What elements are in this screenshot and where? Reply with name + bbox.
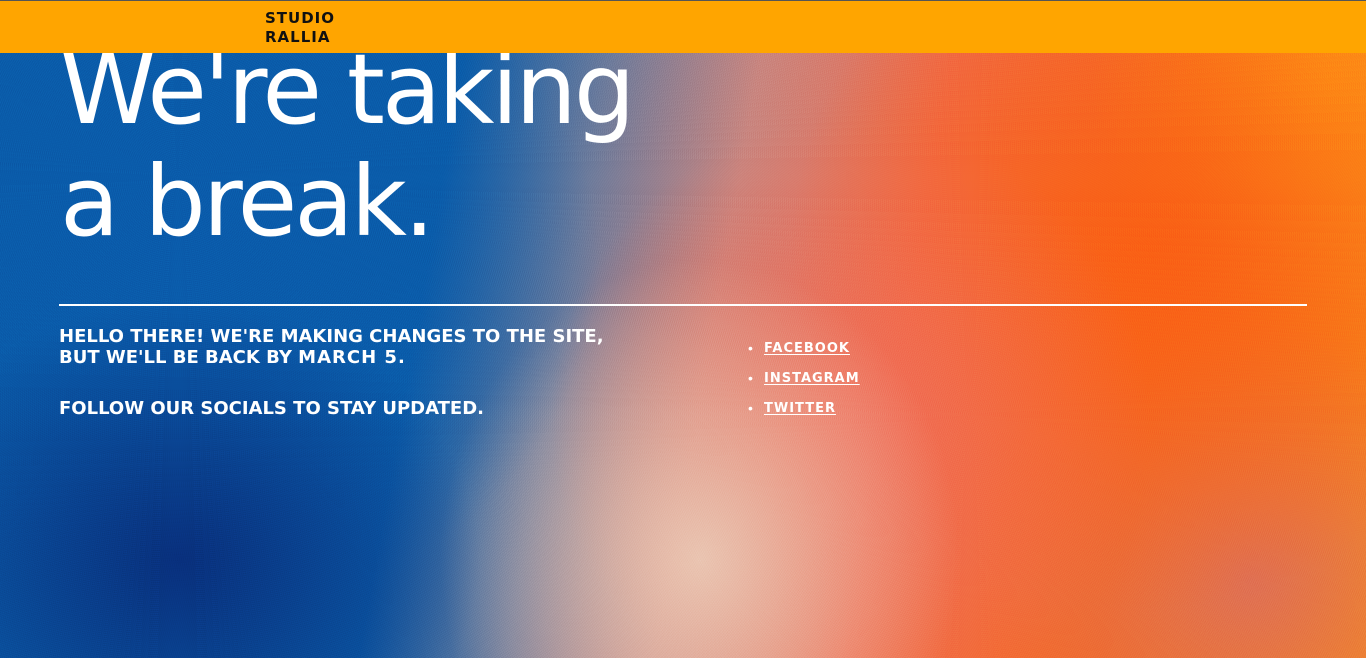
instagram-link[interactable]: INSTAGRAM (764, 371, 860, 386)
bullet-icon: • (748, 340, 753, 356)
social-item-twitter: • TWITTER (748, 398, 860, 428)
message-line-2: BUT WE'LL BE BACK BY MARCH 5. (59, 347, 659, 368)
twitter-link[interactable]: TWITTER (764, 401, 836, 416)
message-line-2-suffix: . (397, 347, 405, 368)
follow-socials-text: FOLLOW OUR SOCIALS TO STAY UPDATED. (59, 398, 485, 419)
logo-line-1: STUDIO (265, 9, 335, 27)
page-headline: We're taking a break. (60, 34, 635, 258)
message-line-2-prefix: BUT WE'LL BE BACK BY (59, 347, 299, 368)
studio-logo-link[interactable]: STUDIO RALLIA (265, 9, 335, 47)
announcement-message: HELLO THERE! WE'RE MAKING CHANGES TO THE… (59, 326, 659, 419)
top-bar: STUDIO RALLIA (0, 0, 1366, 53)
message-line-1: HELLO THERE! WE'RE MAKING CHANGES TO THE… (59, 326, 604, 347)
logo-line-2: RALLIA (265, 28, 331, 46)
divider-line (59, 304, 1307, 306)
social-links-list: • FACEBOOK • INSTAGRAM • TWITTER (748, 338, 860, 428)
facebook-link[interactable]: FACEBOOK (764, 341, 850, 356)
bullet-icon: • (748, 370, 753, 386)
return-date: MARCH 5 (298, 347, 398, 368)
headline-line-2: a break. (60, 145, 435, 258)
social-item-instagram: • INSTAGRAM (748, 368, 860, 398)
social-item-facebook: • FACEBOOK (748, 338, 860, 368)
bullet-icon: • (748, 400, 753, 416)
